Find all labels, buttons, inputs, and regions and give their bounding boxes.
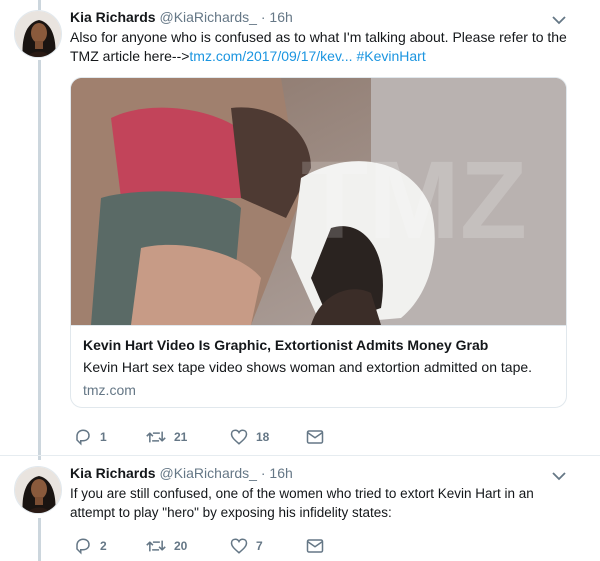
avatar[interactable] [14, 466, 62, 514]
timestamp[interactable]: 16h [269, 465, 292, 481]
reply-icon [76, 429, 90, 446]
tweet-text: Also for anyone who is confused as to wh… [70, 28, 570, 66]
like-icon [230, 538, 248, 554]
tweet-link[interactable]: tmz.com/2017/09/17/kev... [189, 48, 352, 64]
reply-count: 2 [100, 539, 107, 553]
card-image[interactable]: TMZ [71, 78, 566, 325]
retweet-count: 20 [174, 539, 188, 553]
tweet[interactable]: Kia Richards @KiaRichards_ · 16h Also fo… [0, 0, 600, 455]
card-domain: tmz.com [83, 382, 136, 398]
retweet-count: 21 [174, 430, 188, 444]
chevron-down-icon[interactable] [552, 468, 566, 481]
timestamp[interactable]: 16h [269, 9, 292, 25]
card-body[interactable]: Kevin Hart Video Is Graphic, Extortionis… [71, 325, 566, 407]
svg-text:TMZ: TMZ [301, 139, 527, 262]
card-title[interactable]: Kevin Hart Video Is Graphic, Extortionis… [83, 336, 556, 354]
hashtag-link[interactable]: #KevinHart [356, 48, 425, 64]
reply-button[interactable]: 2 [74, 536, 107, 556]
separator: · [260, 9, 266, 25]
chevron-down-icon[interactable] [552, 12, 566, 25]
tweet-text: If you are still confused, one of the wo… [70, 486, 534, 520]
retweet-icon [146, 540, 166, 552]
author-handle[interactable]: @KiaRichards_ [159, 465, 256, 481]
like-count: 18 [256, 430, 270, 444]
reply-count: 1 [100, 430, 107, 444]
like-count: 7 [256, 539, 263, 553]
tweet-header: Kia Richards @KiaRichards_ · 16h [70, 464, 293, 482]
tweet-header: Kia Richards @KiaRichards_ · 16h [70, 8, 293, 26]
link-card[interactable]: TMZ Kevin Hart Video Is Graphic, Extorti… [70, 77, 567, 408]
retweet-button[interactable]: 21 [146, 427, 187, 447]
direct-message-icon [306, 539, 324, 553]
direct-message-button[interactable] [306, 536, 324, 556]
like-button[interactable]: 7 [230, 536, 263, 556]
author-name[interactable]: Kia Richards [70, 465, 156, 481]
separator: · [260, 465, 266, 481]
retweet-icon [146, 431, 166, 443]
direct-message-icon [306, 430, 324, 444]
reply-icon [76, 538, 90, 555]
tweet[interactable]: Kia Richards @KiaRichards_ · 16h If you … [0, 455, 600, 561]
like-button[interactable]: 18 [230, 427, 269, 447]
author-handle[interactable]: @KiaRichards_ [159, 9, 256, 25]
card-description: Kevin Hart sex tape video shows woman an… [83, 359, 533, 375]
like-icon [230, 429, 248, 445]
retweet-button[interactable]: 20 [146, 536, 187, 556]
avatar[interactable] [14, 10, 62, 58]
author-name[interactable]: Kia Richards [70, 9, 156, 25]
reply-button[interactable]: 1 [74, 427, 107, 447]
direct-message-button[interactable] [306, 427, 324, 447]
